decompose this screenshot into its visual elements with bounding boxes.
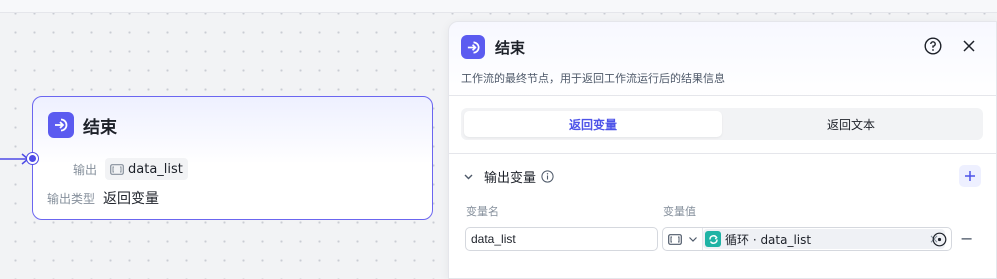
add-variable-button[interactable] xyxy=(959,165,981,187)
panel-description: 工作流的最终节点，用于返回工作流运行后的结果信息 xyxy=(461,72,725,85)
variable-value-reference[interactable]: 循环 · data_list × xyxy=(662,227,952,251)
plus-icon xyxy=(965,171,975,181)
output-label: 输出 xyxy=(73,162,98,177)
output-mode-tabs: 返回变量 返回文本 xyxy=(461,108,983,140)
node-output-type-row: 输出类型 返回变量 xyxy=(47,188,159,208)
output-type-value: 返回变量 xyxy=(103,191,160,207)
target-icon[interactable] xyxy=(932,232,947,247)
reference-tag: 循环 · data_list × xyxy=(703,229,945,249)
column-header-name: 变量名 xyxy=(466,205,499,218)
output-var-name: data_list xyxy=(128,161,183,177)
output-type-label: 输出类型 xyxy=(47,191,96,206)
chevron-down-icon xyxy=(689,237,697,242)
info-icon[interactable] xyxy=(541,170,554,183)
array-type-icon xyxy=(110,163,124,175)
end-node[interactable]: 结束 输出 data_list 输出类型 返回变量 xyxy=(32,96,433,220)
section-title: 输出变量 xyxy=(484,171,537,186)
remove-variable-button[interactable]: − xyxy=(960,231,973,247)
end-node-icon xyxy=(48,112,74,138)
chevron-down-icon[interactable] xyxy=(463,171,474,182)
top-toolbar xyxy=(0,0,997,13)
output-var-chip: data_list xyxy=(105,158,188,180)
end-node-icon xyxy=(461,35,485,59)
loop-icon xyxy=(705,231,721,247)
node-title: 结束 xyxy=(83,118,117,138)
node-config-panel: 结束 工作流的最终节点，用于返回工作流运行后的结果信息 返回变量 返回文本 输出… xyxy=(448,21,997,279)
output-variables-header[interactable]: 输出变量 xyxy=(463,167,554,186)
close-icon[interactable] xyxy=(961,38,977,54)
panel-title: 结束 xyxy=(495,39,526,57)
variable-name-input[interactable] xyxy=(465,227,658,251)
column-header-value: 变量值 xyxy=(663,205,696,218)
array-type-icon xyxy=(668,233,682,245)
node-output-row: 输出 data_list xyxy=(73,158,188,180)
divider xyxy=(449,153,997,154)
variable-type-select[interactable] xyxy=(663,228,703,250)
divider xyxy=(449,95,997,96)
node-input-handle[interactable] xyxy=(27,153,38,164)
reference-text: 循环 · data_list xyxy=(725,232,812,247)
help-circle-icon[interactable] xyxy=(924,37,942,55)
tab-return-text[interactable]: 返回文本 xyxy=(722,111,980,137)
tab-return-variable[interactable]: 返回变量 xyxy=(464,111,722,137)
